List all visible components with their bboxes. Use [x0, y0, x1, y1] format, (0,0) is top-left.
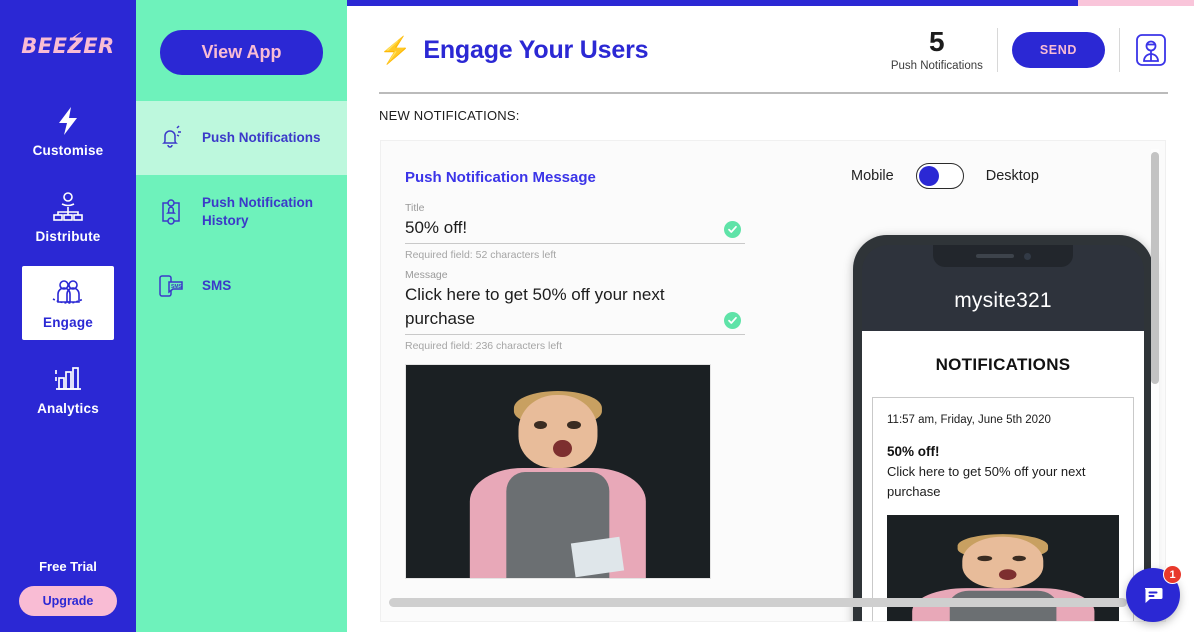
- bolt-icon: ⚡: [379, 34, 412, 65]
- sidebar-item-label: Analytics: [37, 401, 99, 416]
- notification-image-thumbnail[interactable]: [405, 364, 711, 580]
- notification-editor-card: Push Notification Message Title 50% off!…: [380, 140, 1166, 622]
- preview-panel: Mobile Desktop mysite321 NOTIFICATIONS 1…: [811, 149, 1153, 621]
- title-field-hint: Required field: 52 characters left: [405, 249, 557, 262]
- push-count-label: Push Notifications: [890, 60, 983, 72]
- check-circle-icon: [724, 221, 741, 239]
- toggle-label-mobile: Mobile: [851, 168, 894, 184]
- chat-widget-button[interactable]: 1: [1126, 565, 1182, 622]
- chat-bubble-icon: [1144, 588, 1163, 603]
- bolt-icon: [54, 104, 82, 138]
- main-content: ⚡ Engage Your Users 5 Push Notifications…: [347, 6, 1194, 632]
- message-field-hint: Required field: 236 characters left: [405, 340, 563, 353]
- primary-sidebar: BEEZER ⚡ Customise Distribute Engage Ana…: [0, 0, 136, 632]
- title-field-row[interactable]: 50% off!: [405, 216, 745, 245]
- sidebar-footer: Free Trial Upgrade: [0, 559, 136, 632]
- card-inner: Push Notification Message Title 50% off!…: [381, 141, 1165, 621]
- chat-unread-badge: 1: [1163, 565, 1182, 584]
- push-count-number: 5: [929, 26, 945, 57]
- section-label: NEW NOTIFICATIONS:: [379, 108, 520, 123]
- user-card-icon[interactable]: [1134, 32, 1168, 68]
- view-app-button[interactable]: View App: [160, 30, 323, 75]
- subnav-item-sms[interactable]: SMS SMS: [136, 249, 347, 323]
- notification-form: Push Notification Message Title 50% off!…: [405, 169, 745, 580]
- phone-body: NOTIFICATIONS 11:57 am, Friday, June 5th…: [862, 331, 1144, 621]
- sidebar-item-analytics[interactable]: Analytics: [22, 352, 114, 426]
- notification-timestamp: 11:57 am, Friday, June 5th 2020: [887, 414, 1051, 426]
- brand-bolt-icon: ⚡: [67, 29, 84, 54]
- bar-chart-icon: [52, 362, 84, 396]
- sidebar-item-label: Customise: [32, 143, 104, 158]
- upgrade-button[interactable]: Upgrade: [18, 586, 118, 616]
- sms-phone-icon: SMS: [154, 272, 188, 300]
- phone-screen-heading: NOTIFICATIONS: [935, 355, 1071, 374]
- toggle-label-desktop: Desktop: [985, 168, 1039, 184]
- card-horizontal-scrollbar[interactable]: [389, 598, 1149, 607]
- notification-title: 50% off!: [887, 444, 940, 459]
- sidebar-item-label: Engage: [43, 315, 93, 330]
- phone-preview: mysite321 NOTIFICATIONS 11:57 am, Friday…: [853, 235, 1153, 621]
- engage-people-icon: [50, 276, 86, 310]
- phone-notification-card: 11:57 am, Friday, June 5th 2020 50% off!…: [872, 397, 1134, 621]
- free-trial-label: Free Trial: [39, 559, 97, 574]
- notification-message: Click here to get 50% off your next purc…: [887, 464, 1086, 499]
- page-title-text: Engage Your Users: [423, 35, 649, 64]
- send-button[interactable]: SEND: [1011, 32, 1105, 68]
- distribute-icon: [51, 190, 85, 224]
- sidebar-item-distribute[interactable]: Distribute: [22, 180, 114, 254]
- phone-notch: [933, 245, 1073, 267]
- page-header: ⚡ Engage Your Users 5 Push Notifications…: [347, 6, 1194, 72]
- page-title: ⚡ Engage Your Users: [379, 35, 648, 66]
- sidebar-item-label: Distribute: [35, 229, 101, 244]
- form-title: Push Notification Message: [405, 169, 596, 186]
- sidebar-nav: Customise Distribute Engage Analytics: [0, 94, 136, 438]
- app-root: BEEZER ⚡ Customise Distribute Engage Ana…: [0, 0, 1194, 632]
- subnav-item-label: Push Notifications: [202, 130, 321, 146]
- check-circle-icon: [724, 312, 741, 330]
- subnav-item-push-notifications[interactable]: Push Notifications: [136, 101, 347, 175]
- divider: [1119, 28, 1120, 72]
- title-field-label: Title: [405, 202, 425, 214]
- push-count-block: 5 Push Notifications: [890, 26, 997, 73]
- brand-logo[interactable]: BEEZER ⚡: [21, 29, 114, 58]
- message-field-label: Message: [405, 269, 448, 282]
- device-toggle-switch[interactable]: [915, 163, 964, 189]
- scrollbar-thumb[interactable]: [1151, 152, 1159, 384]
- svg-text:SMS: SMS: [171, 284, 183, 290]
- toggle-knob: [918, 165, 939, 186]
- sidebar-item-customise[interactable]: Customise: [22, 94, 114, 168]
- phone-screen: mysite321 NOTIFICATIONS 11:57 am, Friday…: [862, 245, 1144, 621]
- phone-camera-icon: [1023, 252, 1031, 260]
- surprised-boy-photo: [406, 365, 710, 579]
- sidebar-item-engage[interactable]: Engage: [22, 266, 114, 340]
- header-actions: 5 Push Notifications SEND: [891, 28, 1168, 72]
- message-field-row[interactable]: Click here to get 50% off your next purc…: [405, 283, 745, 336]
- subnav-item-label: Push Notification History: [202, 195, 313, 228]
- subnav-item-push-notification-history[interactable]: Push Notification History: [136, 175, 347, 249]
- scrollbar-thumb[interactable]: [389, 598, 1127, 607]
- phone-speaker: [975, 254, 1014, 258]
- divider: [996, 28, 998, 72]
- title-input[interactable]: 50% off!: [405, 216, 715, 240]
- device-toggle-row: Mobile Desktop: [811, 149, 1141, 189]
- subnav-item-label: SMS: [202, 278, 232, 294]
- view-app-wrap: View App: [136, 0, 347, 101]
- bell-icon: [154, 123, 188, 153]
- card-vertical-scrollbar[interactable]: [1151, 149, 1159, 619]
- secondary-sidebar: View App Push Notifications Push Notific…: [136, 0, 347, 632]
- message-input[interactable]: Click here to get 50% off your next purc…: [405, 283, 715, 331]
- history-bell-icon: [154, 197, 188, 227]
